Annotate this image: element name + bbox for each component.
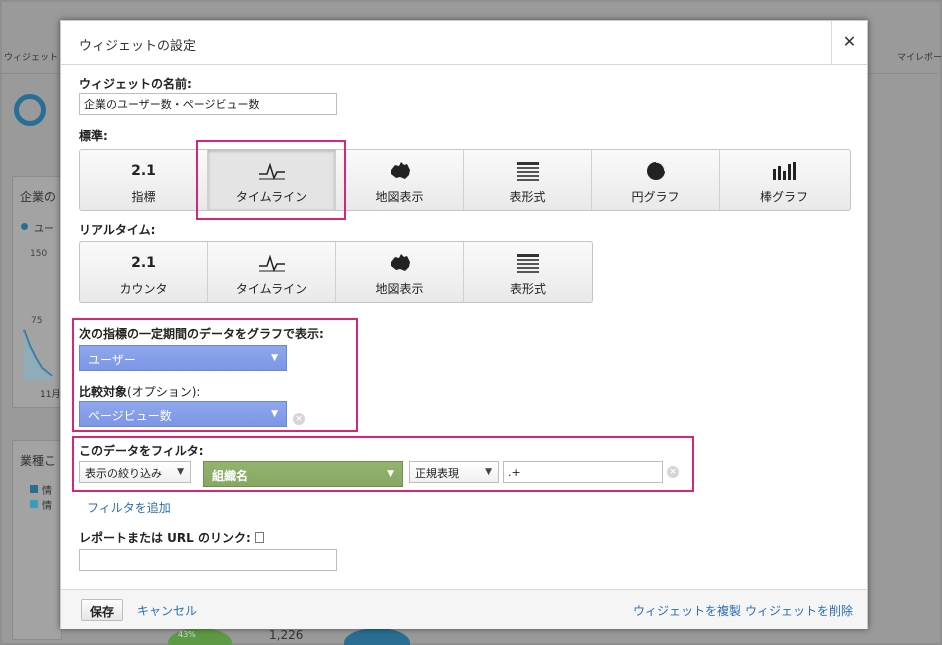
background-tab-my-reports: マイレポー	[897, 53, 942, 63]
save-button[interactable]: 保存	[81, 599, 124, 621]
add-filter-link[interactable]: フィルタを追加	[87, 499, 171, 516]
type-label: 表形式	[509, 190, 546, 204]
type-label: 円グラフ	[631, 190, 680, 204]
legend-square-icon	[30, 485, 38, 493]
type-bar[interactable]: 棒グラフ	[720, 150, 848, 210]
document-icon	[254, 532, 264, 543]
type-table[interactable]: 表形式	[464, 150, 592, 210]
realtime-label: リアルタイム:	[79, 223, 156, 237]
loading-ring-icon	[14, 94, 46, 126]
widget-name-input[interactable]	[79, 93, 337, 115]
cancel-link[interactable]: キャンセル	[137, 602, 197, 619]
close-button[interactable]: ✕	[831, 21, 867, 65]
background-tab-widget: ウィジェット	[4, 53, 59, 63]
dialog-header: ウィジェットの設定 ✕	[61, 21, 867, 65]
type-label: 表形式	[509, 282, 546, 296]
type-map[interactable]: 地図表示	[336, 150, 464, 210]
duplicate-widget-link[interactable]: ウィジェットを複製	[633, 602, 741, 619]
map-australia-icon	[336, 160, 463, 182]
type-label: 指標	[131, 190, 156, 204]
highlight-metrics	[72, 318, 358, 432]
dialog-footer: 保存 キャンセル ウィジェットを複製 ウィジェットを削除	[61, 589, 867, 629]
axis-tick-label: 75	[31, 316, 43, 326]
table-icon	[464, 160, 591, 182]
highlight-filter	[72, 436, 694, 492]
timeline-icon	[208, 252, 335, 274]
report-link-label: レポートまたは URL のリンク:	[79, 529, 264, 546]
type-realtime-table[interactable]: 表形式	[464, 242, 592, 302]
background-legend-label: ユー	[34, 224, 54, 235]
map-australia-icon	[336, 252, 463, 274]
dialog-title: ウィジェットの設定	[79, 39, 197, 54]
background-pie-percent: 43%	[178, 630, 196, 639]
type-realtime-map[interactable]: 地図表示	[336, 242, 464, 302]
background-legend-label: 情	[42, 486, 52, 497]
background-line-series	[23, 329, 53, 380]
close-icon: ✕	[842, 32, 857, 51]
type-label: 地図表示	[375, 190, 424, 204]
widget-name-label: ウィジェットの名前:	[79, 77, 192, 91]
delete-widget-link[interactable]: ウィジェットを削除	[745, 602, 853, 619]
realtime-type-group: 2.1 カウンタ タイムライン 地図表示 表形式	[79, 241, 593, 303]
type-counter[interactable]: 2.1 カウンタ	[80, 242, 208, 302]
background-widget-title: 企業の	[20, 190, 57, 204]
legend-square-icon	[30, 500, 38, 508]
type-label: カウンタ	[119, 282, 168, 296]
pie-chart-icon	[592, 160, 719, 182]
type-label: 棒グラフ	[759, 190, 808, 204]
background-widget-title: 業種こ	[20, 454, 57, 468]
report-link-input[interactable]	[79, 549, 337, 571]
type-pie[interactable]: 円グラフ	[592, 150, 720, 210]
standard-type-group: 2.1 指標 タイムライン 地図表示 表形式 円グラフ 棒グラフ	[79, 149, 851, 211]
type-label: タイムライン	[235, 282, 308, 296]
metric-number-icon: 2.1	[131, 255, 156, 271]
type-label: 地図表示	[375, 282, 424, 296]
bar-chart-icon	[720, 160, 848, 182]
standard-label: 標準:	[79, 129, 108, 143]
background-count: 1,226	[269, 628, 304, 642]
background-widget-industry	[12, 440, 62, 640]
table-icon	[464, 252, 592, 274]
axis-month-label: 11月	[40, 390, 61, 400]
axis-tick-label: 150	[30, 249, 48, 259]
type-metric[interactable]: 2.1 指標	[80, 150, 208, 210]
background-legend-label: 情	[42, 501, 52, 512]
type-realtime-timeline[interactable]: タイムライン	[208, 242, 336, 302]
legend-dot-icon	[21, 223, 28, 230]
metric-number-icon: 2.1	[131, 163, 156, 179]
highlight-timeline	[196, 140, 346, 220]
